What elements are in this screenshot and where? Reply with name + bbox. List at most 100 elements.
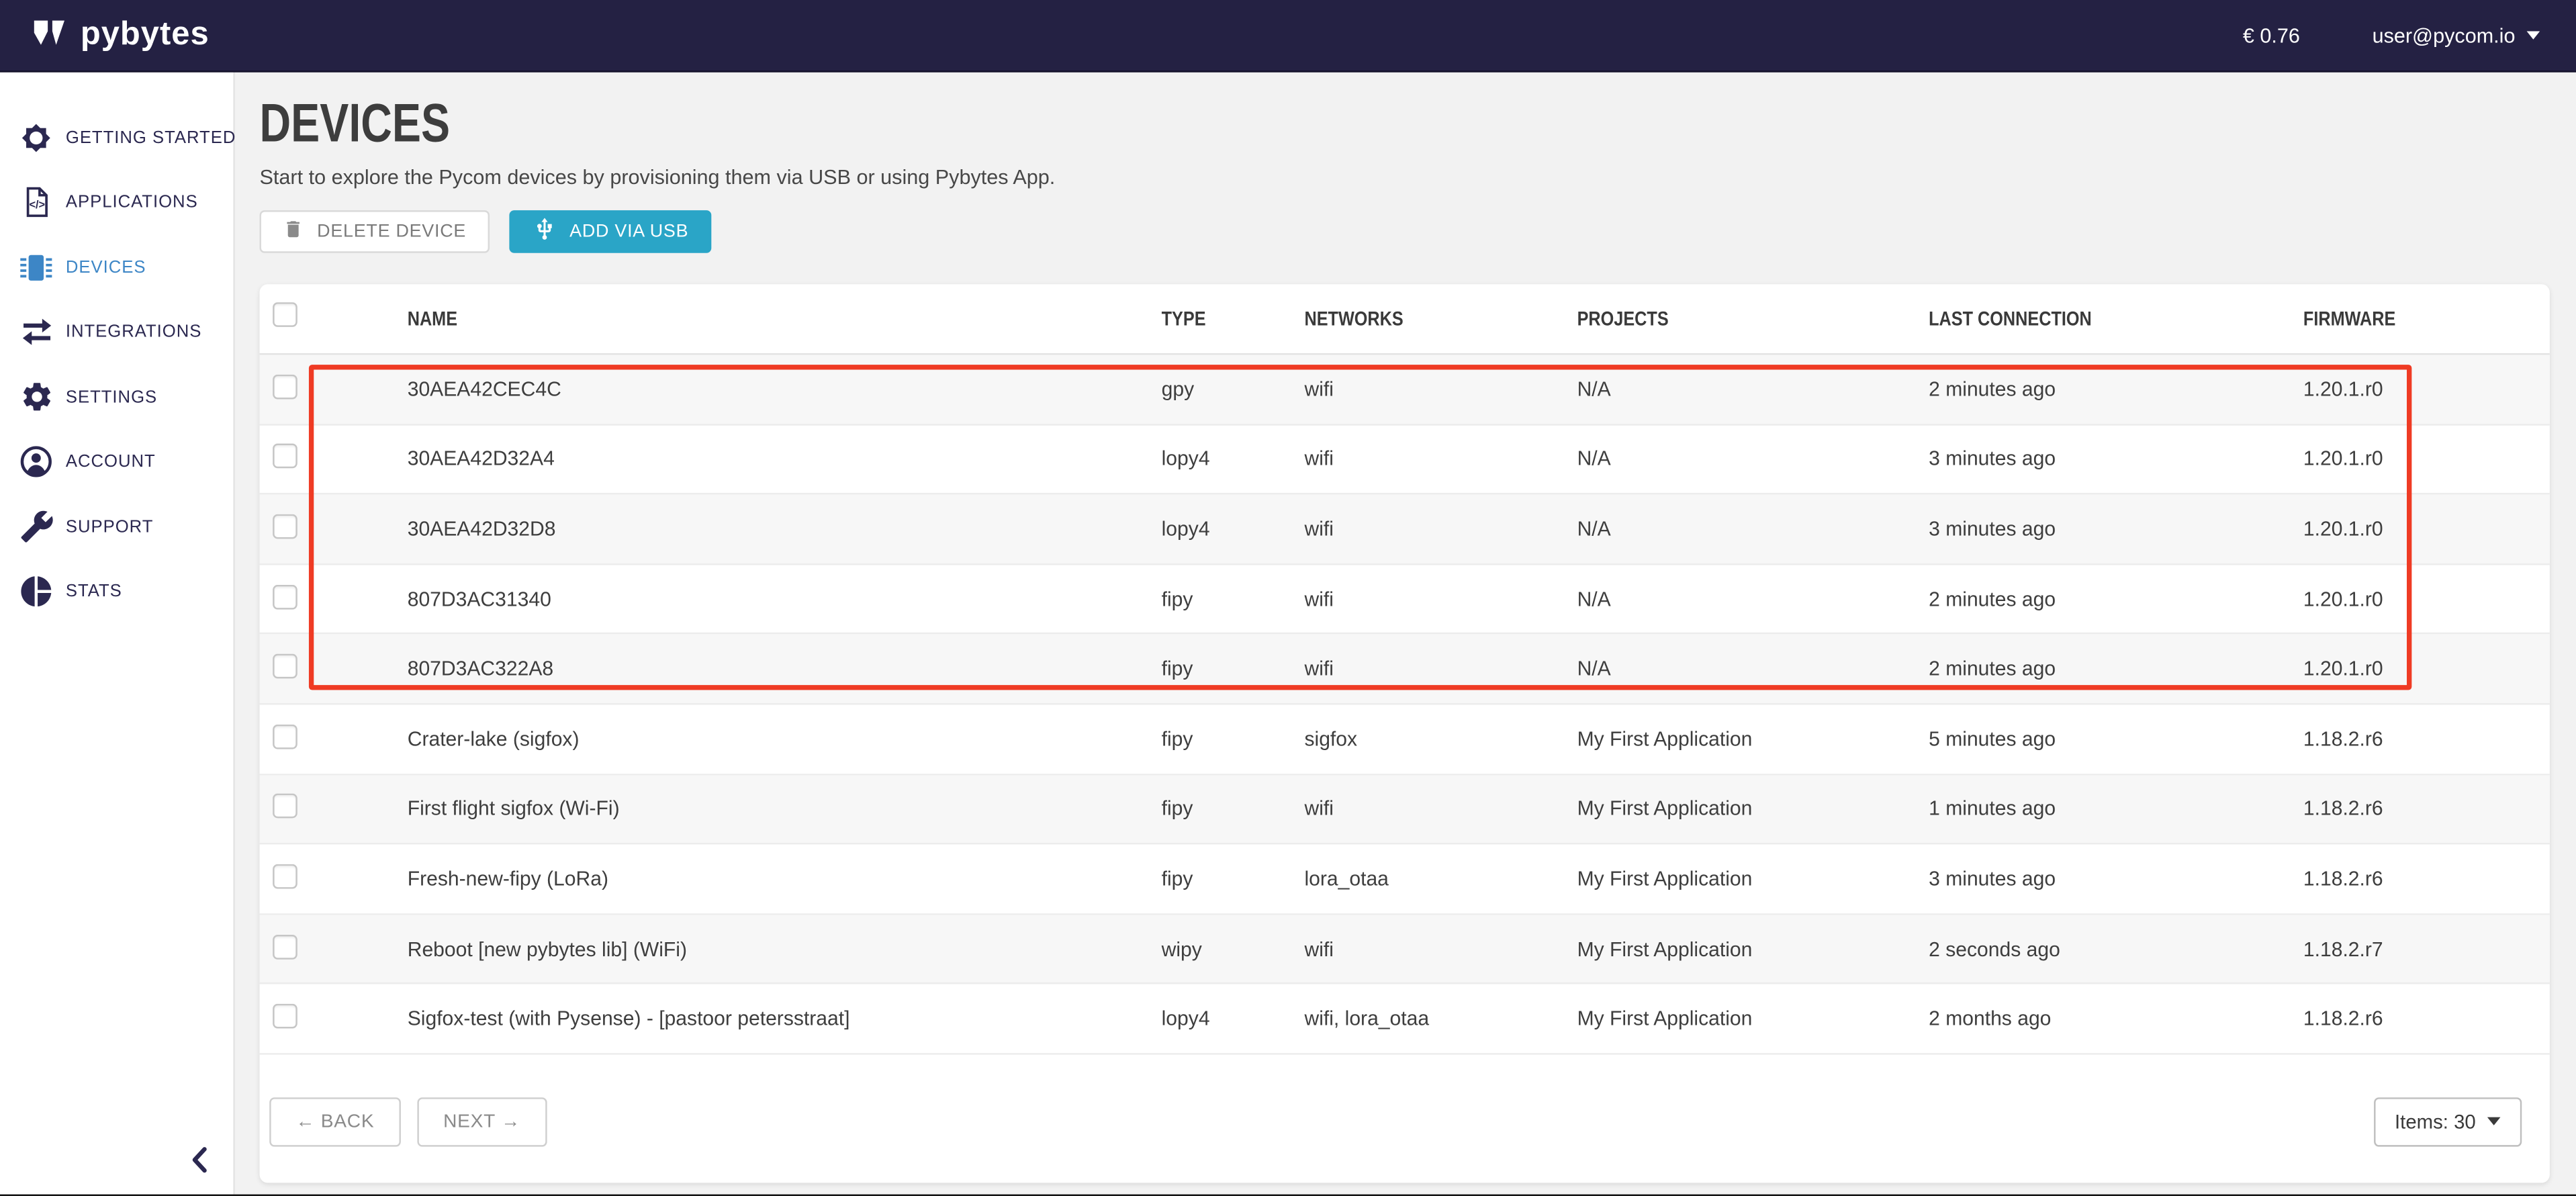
device-type: fipy [1162, 657, 1305, 680]
device-networks: wifi [1304, 797, 1577, 820]
table-row[interactable]: Crater-lake (sigfox) fipy sigfox My Firs… [260, 704, 2550, 774]
device-projects: My First Application [1577, 868, 1929, 890]
add-via-usb-button[interactable]: ADD VIA USB [509, 210, 712, 253]
device-type: wipy [1162, 937, 1305, 960]
device-type: gpy [1162, 377, 1305, 400]
device-last-connection: 3 minutes ago [1929, 447, 2303, 470]
row-checkbox[interactable] [273, 374, 297, 399]
device-last-connection: 1 minutes ago [1929, 797, 2303, 820]
screen-bottom-edge [0, 1193, 2576, 1196]
chip-icon [16, 249, 56, 285]
column-header-networks: NETWORKS [1304, 307, 1577, 330]
row-checkbox[interactable] [273, 514, 297, 539]
device-type: lopy4 [1162, 447, 1305, 470]
next-button[interactable]: NEXT → [417, 1097, 547, 1146]
device-last-connection: 5 minutes ago [1929, 727, 2303, 750]
back-button[interactable]: ← BACK [269, 1097, 400, 1146]
row-checkbox[interactable] [273, 444, 297, 469]
device-type: fipy [1162, 797, 1305, 820]
device-firmware: 1.20.1.r0 [2303, 377, 2550, 400]
device-firmware: 1.18.2.r6 [2303, 727, 2550, 750]
device-projects: My First Application [1577, 797, 1929, 820]
device-networks: sigfox [1304, 727, 1577, 750]
device-last-connection: 2 minutes ago [1929, 657, 2303, 680]
device-projects: My First Application [1577, 727, 1929, 750]
person-icon [16, 444, 56, 480]
table-row[interactable]: Fresh-new-fipy (LoRa) fipy lora_otaa My … [260, 845, 2550, 915]
sidebar-item-integrations[interactable]: INTEGRATIONS [0, 300, 233, 365]
device-name: Reboot [new pybytes lib] (WiFi) [408, 937, 1162, 960]
row-checkbox[interactable] [273, 934, 297, 959]
wrench-icon [16, 510, 56, 544]
table-row[interactable]: 807D3AC322A8 fipy wifi N/A 2 minutes ago… [260, 635, 2550, 704]
device-firmware: 1.20.1.r0 [2303, 588, 2550, 610]
device-last-connection: 3 minutes ago [1929, 518, 2303, 541]
sidebar-item-support[interactable]: SUPPORT [0, 494, 233, 559]
main-content: DEVICES Start to explore the Pycom devic… [235, 73, 2576, 1196]
gear-icon [16, 380, 56, 414]
device-firmware: 1.20.1.r0 [2303, 518, 2550, 541]
svg-text:</>: </> [29, 199, 45, 212]
device-name: First flight sigfox (Wi-Fi) [408, 797, 1162, 820]
column-header-type: TYPE [1162, 307, 1305, 330]
device-networks: wifi [1304, 657, 1577, 680]
device-name: 807D3AC31340 [408, 588, 1162, 610]
device-last-connection: 2 months ago [1929, 1007, 2303, 1030]
device-networks: wifi [1304, 377, 1577, 400]
table-row[interactable]: 807D3AC31340 fipy wifi N/A 2 minutes ago… [260, 565, 2550, 635]
device-name: 30AEA42D32A4 [408, 447, 1162, 470]
device-name: 30AEA42CEC4C [408, 377, 1162, 400]
device-firmware: 1.18.2.r6 [2303, 797, 2550, 820]
table-row[interactable]: Sigfox-test (with Pysense) - [pastoor pe… [260, 984, 2550, 1054]
device-networks: wifi, lora_otaa [1304, 1007, 1577, 1030]
select-all-checkbox[interactable] [273, 302, 297, 327]
device-last-connection: 2 seconds ago [1929, 937, 2303, 960]
device-firmware: 1.18.2.r7 [2303, 937, 2550, 960]
sidebar-item-account[interactable]: ACCOUNT [0, 430, 233, 495]
table-row[interactable]: 30AEA42D32A4 lopy4 wifi N/A 3 minutes ag… [260, 425, 2550, 495]
table-row[interactable]: First flight sigfox (Wi-Fi) fipy wifi My… [260, 775, 2550, 845]
user-menu[interactable]: user@pycom.io [2373, 24, 2540, 46]
device-networks: wifi [1304, 518, 1577, 541]
device-last-connection: 2 minutes ago [1929, 377, 2303, 400]
sidebar-item-settings[interactable]: SETTINGS [0, 365, 233, 430]
device-firmware: 1.18.2.r6 [2303, 868, 2550, 890]
device-projects: N/A [1577, 657, 1929, 680]
table-row[interactable]: 30AEA42CEC4C gpy wifi N/A 2 minutes ago … [260, 355, 2550, 424]
device-networks: lora_otaa [1304, 868, 1577, 890]
sidebar-item-getting-started[interactable]: GETTING STARTED [0, 105, 233, 171]
column-header-projects: PROJECTS [1577, 307, 1929, 330]
row-checkbox[interactable] [273, 1004, 297, 1029]
table-row[interactable]: Reboot [new pybytes lib] (WiFi) wipy wif… [260, 915, 2550, 984]
usb-icon [532, 217, 557, 246]
pybytes-logo[interactable]: pybytes [0, 11, 210, 59]
device-firmware: 1.20.1.r0 [2303, 657, 2550, 680]
trash-icon [283, 218, 304, 244]
sidebar-item-stats[interactable]: STATS [0, 559, 233, 625]
delete-device-button[interactable]: DELETE DEVICE [260, 210, 490, 253]
row-checkbox[interactable] [273, 584, 297, 609]
device-firmware: 1.18.2.r6 [2303, 1007, 2550, 1030]
device-name: Crater-lake (sigfox) [408, 727, 1162, 750]
device-type: lopy4 [1162, 518, 1305, 541]
device-type: fipy [1162, 727, 1305, 750]
devices-table-card: NAME TYPE NETWORKS PROJECTS LAST CONNECT… [260, 284, 2550, 1183]
device-projects: N/A [1577, 377, 1929, 400]
table-row[interactable]: 30AEA42D32D8 lopy4 wifi N/A 3 minutes ag… [260, 495, 2550, 565]
account-balance[interactable]: € 0.76 [2243, 24, 2300, 46]
chevron-down-icon [2487, 1118, 2501, 1126]
table-footer: ← BACK NEXT → Items: 30 [260, 1054, 2550, 1183]
device-projects: N/A [1577, 588, 1929, 610]
sidebar-collapse-button[interactable] [187, 1145, 212, 1183]
row-checkbox[interactable] [273, 864, 297, 889]
sidebar-item-applications[interactable]: </> APPLICATIONS [0, 170, 233, 235]
device-name: Sigfox-test (with Pysense) - [pastoor pe… [408, 1007, 1162, 1030]
items-per-page-dropdown[interactable]: Items: 30 [2373, 1097, 2522, 1146]
device-last-connection: 2 minutes ago [1929, 588, 2303, 610]
row-checkbox[interactable] [273, 654, 297, 679]
brand-name: pybytes [81, 16, 210, 54]
row-checkbox[interactable] [273, 724, 297, 749]
pycom-logo-icon [30, 11, 69, 59]
row-checkbox[interactable] [273, 794, 297, 819]
sidebar-item-devices[interactable]: DEVICES [0, 235, 233, 300]
